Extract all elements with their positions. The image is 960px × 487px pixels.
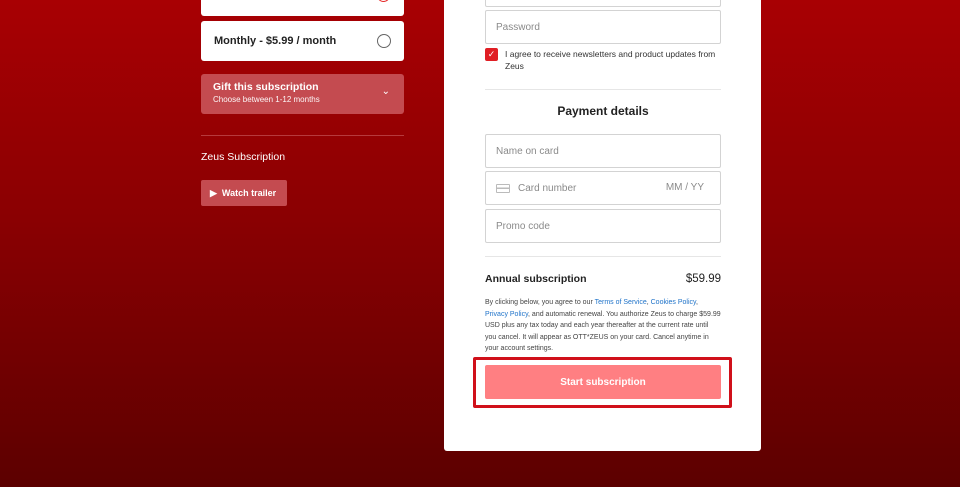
divider [485, 89, 721, 90]
divider [201, 135, 404, 136]
checkout-panel: Password ✓ I agree to receive newsletter… [444, 0, 761, 451]
chevron-down-icon: ⌄ [381, 86, 390, 97]
privacy-policy-link[interactable]: Privacy Policy [485, 311, 528, 318]
summary-label: Annual subscription [485, 273, 587, 285]
password-field[interactable]: Password [485, 10, 721, 44]
promo-placeholder: Promo code [496, 220, 550, 232]
name-placeholder: Name on card [496, 145, 559, 157]
email-field[interactable] [485, 0, 721, 7]
start-subscription-button[interactable]: Start subscription [485, 365, 721, 399]
promo-code-field[interactable]: Promo code [485, 209, 721, 243]
password-placeholder: Password [496, 21, 540, 33]
payment-details-title: Payment details [557, 104, 649, 118]
gift-subtitle: Choose between 1-12 months [213, 95, 320, 104]
card-placeholder: Card number [518, 182, 577, 194]
credit-card-icon [496, 183, 510, 193]
gift-subscription-dropdown[interactable]: Gift this subscription Choose between 1-… [201, 74, 404, 114]
divider [485, 256, 721, 257]
legal-text-part: , [696, 299, 698, 306]
newsletter-checkbox[interactable]: ✓ [485, 48, 498, 61]
gift-title: Gift this subscription [213, 81, 319, 93]
summary-price: $59.99 [685, 273, 721, 285]
legal-text-part: By clicking below, you agree to our [485, 299, 595, 306]
card-number-field[interactable]: Card number MM / YY [485, 171, 721, 205]
name-on-card-field[interactable]: Name on card [485, 134, 721, 168]
plan-monthly-label: Monthly - $5.99 / month [214, 35, 337, 47]
play-icon: ▶ [210, 187, 217, 198]
plan-option-annual[interactable] [201, 0, 404, 16]
legal-text: By clicking below, you agree to our Term… [485, 297, 721, 355]
cookies-policy-link[interactable]: Cookies Policy [651, 299, 696, 306]
radio-selected-icon[interactable] [377, 0, 390, 2]
watch-trailer-label: Watch trailer [221, 188, 277, 198]
terms-of-service-link[interactable]: Terms of Service [595, 299, 647, 306]
expiry-placeholder[interactable]: MM / YY [666, 182, 704, 193]
checkmark-icon: ✓ [487, 49, 496, 59]
plan-option-monthly[interactable]: Monthly - $5.99 / month [201, 21, 404, 61]
newsletter-label: I agree to receive newsletters and produ… [505, 49, 716, 71]
subscription-title: Zeus Subscription [201, 151, 286, 163]
radio-unselected-icon[interactable] [377, 34, 391, 48]
watch-trailer-button[interactable]: ▶ Watch trailer [201, 180, 287, 206]
